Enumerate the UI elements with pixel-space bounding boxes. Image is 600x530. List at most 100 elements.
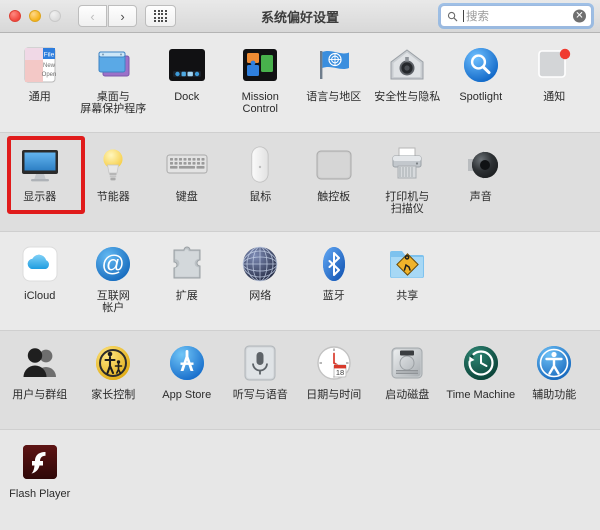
- date-time-icon: 18: [312, 341, 356, 385]
- extensions-icon: [165, 242, 209, 286]
- mission-control-icon: [238, 43, 282, 87]
- pref-item-sharing[interactable]: 共享: [371, 232, 445, 314]
- svg-text:File: File: [44, 52, 55, 59]
- dock-icon: [165, 43, 209, 87]
- icloud-icon: [18, 242, 62, 286]
- pref-item-label: 声音: [469, 191, 492, 203]
- pref-item-displays[interactable]: 显示器: [3, 133, 77, 215]
- pref-item-printers-scanners[interactable]: 打印机与 扫描仪: [371, 133, 445, 215]
- svg-text:Open: Open: [41, 72, 56, 78]
- pref-item-flash-player[interactable]: Flash Player: [3, 430, 77, 500]
- pref-item-label: 鼠标: [249, 191, 272, 203]
- language-region-icon: [312, 43, 356, 87]
- pref-item-time-machine[interactable]: Time Machine: [444, 331, 518, 401]
- pref-item-label: 打印机与 扫描仪: [385, 191, 430, 215]
- search-input[interactable]: 搜索 ✕: [440, 5, 592, 27]
- pref-item-label: Spotlight: [459, 91, 503, 103]
- pref-item-label: Dock: [174, 91, 200, 103]
- pref-item-label: 安全性与隐私: [374, 91, 441, 103]
- pref-item-icloud[interactable]: iCloud: [3, 232, 77, 314]
- pref-item-startup-disk[interactable]: 启动磁盘: [371, 331, 445, 401]
- pref-item-label: 听写与语音: [232, 389, 288, 401]
- show-all-button[interactable]: [145, 5, 176, 27]
- minimize-button[interactable]: [29, 10, 41, 22]
- pref-item-parental-controls[interactable]: 家长控制: [77, 331, 151, 401]
- pref-item-label: 辅助功能: [532, 389, 577, 401]
- pref-item-label: 家长控制: [91, 389, 136, 401]
- trackpad-icon: [312, 143, 356, 187]
- pref-item-extensions[interactable]: 扩展: [150, 232, 224, 314]
- pref-item-bluetooth[interactable]: 蓝牙: [297, 232, 371, 314]
- notifications-icon: [532, 43, 576, 87]
- pref-item-dictation-speech[interactable]: 听写与语音: [224, 331, 298, 401]
- pref-item-internet-accounts[interactable]: @ 互联网 帐户: [77, 232, 151, 314]
- sound-icon: [459, 143, 503, 187]
- bluetooth-icon: [312, 242, 356, 286]
- flash-player-icon: [18, 440, 62, 484]
- pref-item-mouse[interactable]: 鼠标: [224, 133, 298, 215]
- svg-text:@: @: [102, 251, 125, 277]
- chevron-left-icon: ‹: [90, 8, 95, 24]
- navigation-buttons: ‹ ›: [78, 5, 137, 27]
- pref-item-dock[interactable]: Dock: [150, 33, 224, 115]
- pref-row-other: Flash Player: [0, 430, 600, 530]
- pref-item-label: 蓝牙: [322, 290, 345, 302]
- printers-scanners-icon: [385, 143, 429, 187]
- time-machine-icon: [459, 341, 503, 385]
- pref-item-security-privacy[interactable]: 安全性与隐私: [371, 33, 445, 115]
- pref-item-users-groups[interactable]: 用户与群组: [3, 331, 77, 401]
- keyboard-icon: [165, 143, 209, 187]
- pref-item-label: 启动磁盘: [385, 389, 430, 401]
- pref-item-language-region[interactable]: 语言与地区: [297, 33, 371, 115]
- preferences-panes: File New Open 通用 桌面与 屏幕保护程序 Dock Mission…: [0, 33, 600, 530]
- title-bar: ‹ › 系统偏好设置 搜索 ✕: [0, 0, 600, 33]
- pref-item-sound[interactable]: 声音: [444, 133, 518, 215]
- internet-accounts-icon: @: [91, 242, 135, 286]
- pref-item-mission-control[interactable]: Mission Control: [224, 33, 298, 115]
- pref-item-label: 通知: [543, 91, 566, 103]
- close-button[interactable]: [9, 10, 21, 22]
- pref-item-notifications[interactable]: 通知: [518, 33, 592, 115]
- pref-item-label: 触控板: [317, 191, 351, 203]
- clear-icon[interactable]: ✕: [573, 9, 586, 23]
- pref-item-label: 键盘: [175, 191, 198, 203]
- network-icon: [238, 242, 282, 286]
- desktop-screensaver-icon: [91, 43, 135, 87]
- pref-item-label: 显示器: [23, 191, 57, 203]
- app-store-icon: [165, 341, 209, 385]
- pref-item-network[interactable]: 网络: [224, 232, 298, 314]
- grid-icon: [154, 9, 167, 23]
- svg-text:New: New: [43, 63, 56, 69]
- pref-item-app-store[interactable]: App Store: [150, 331, 224, 401]
- pref-item-accessibility[interactable]: 辅助功能: [518, 331, 592, 401]
- traffic-lights: [0, 10, 61, 22]
- pref-item-label: 互联网 帐户: [96, 290, 130, 314]
- pref-item-energy-saver[interactable]: 节能器: [77, 133, 151, 215]
- security-privacy-icon: [385, 43, 429, 87]
- pref-item-trackpad[interactable]: 触控板: [297, 133, 371, 215]
- pref-item-label: 日期与时间: [306, 389, 362, 401]
- pref-row-personal: File New Open 通用 桌面与 屏幕保护程序 Dock Mission…: [0, 33, 600, 133]
- parental-controls-icon: [91, 341, 135, 385]
- displays-icon: [18, 143, 62, 187]
- accessibility-icon: [532, 341, 576, 385]
- users-groups-icon: [18, 341, 62, 385]
- back-button: ‹: [78, 5, 107, 27]
- system-preferences-window: ‹ › 系统偏好设置 搜索 ✕ File New Open 通用 桌面与 屏幕保…: [0, 0, 600, 530]
- pref-item-label: 桌面与 屏幕保护程序: [80, 91, 147, 115]
- pref-item-general[interactable]: File New Open 通用: [3, 33, 77, 115]
- forward-button[interactable]: ›: [108, 5, 137, 27]
- startup-disk-icon: [385, 341, 429, 385]
- pref-item-desktop-screensaver[interactable]: 桌面与 屏幕保护程序: [77, 33, 151, 115]
- pref-item-label: Time Machine: [446, 389, 516, 401]
- search-placeholder: 搜索: [466, 11, 489, 23]
- pref-item-keyboard[interactable]: 键盘: [150, 133, 224, 215]
- pref-item-spotlight[interactable]: Spotlight: [444, 33, 518, 115]
- pref-item-date-time[interactable]: 18 日期与时间: [297, 331, 371, 401]
- sharing-icon: [385, 242, 429, 286]
- pref-row-internet: iCloud @ 互联网 帐户 扩展 网络 蓝牙 共享: [0, 232, 600, 331]
- general-icon: File New Open: [18, 43, 62, 87]
- zoom-button: [49, 10, 61, 22]
- pref-item-label: Mission Control: [241, 91, 279, 115]
- pref-item-label: 节能器: [96, 191, 130, 203]
